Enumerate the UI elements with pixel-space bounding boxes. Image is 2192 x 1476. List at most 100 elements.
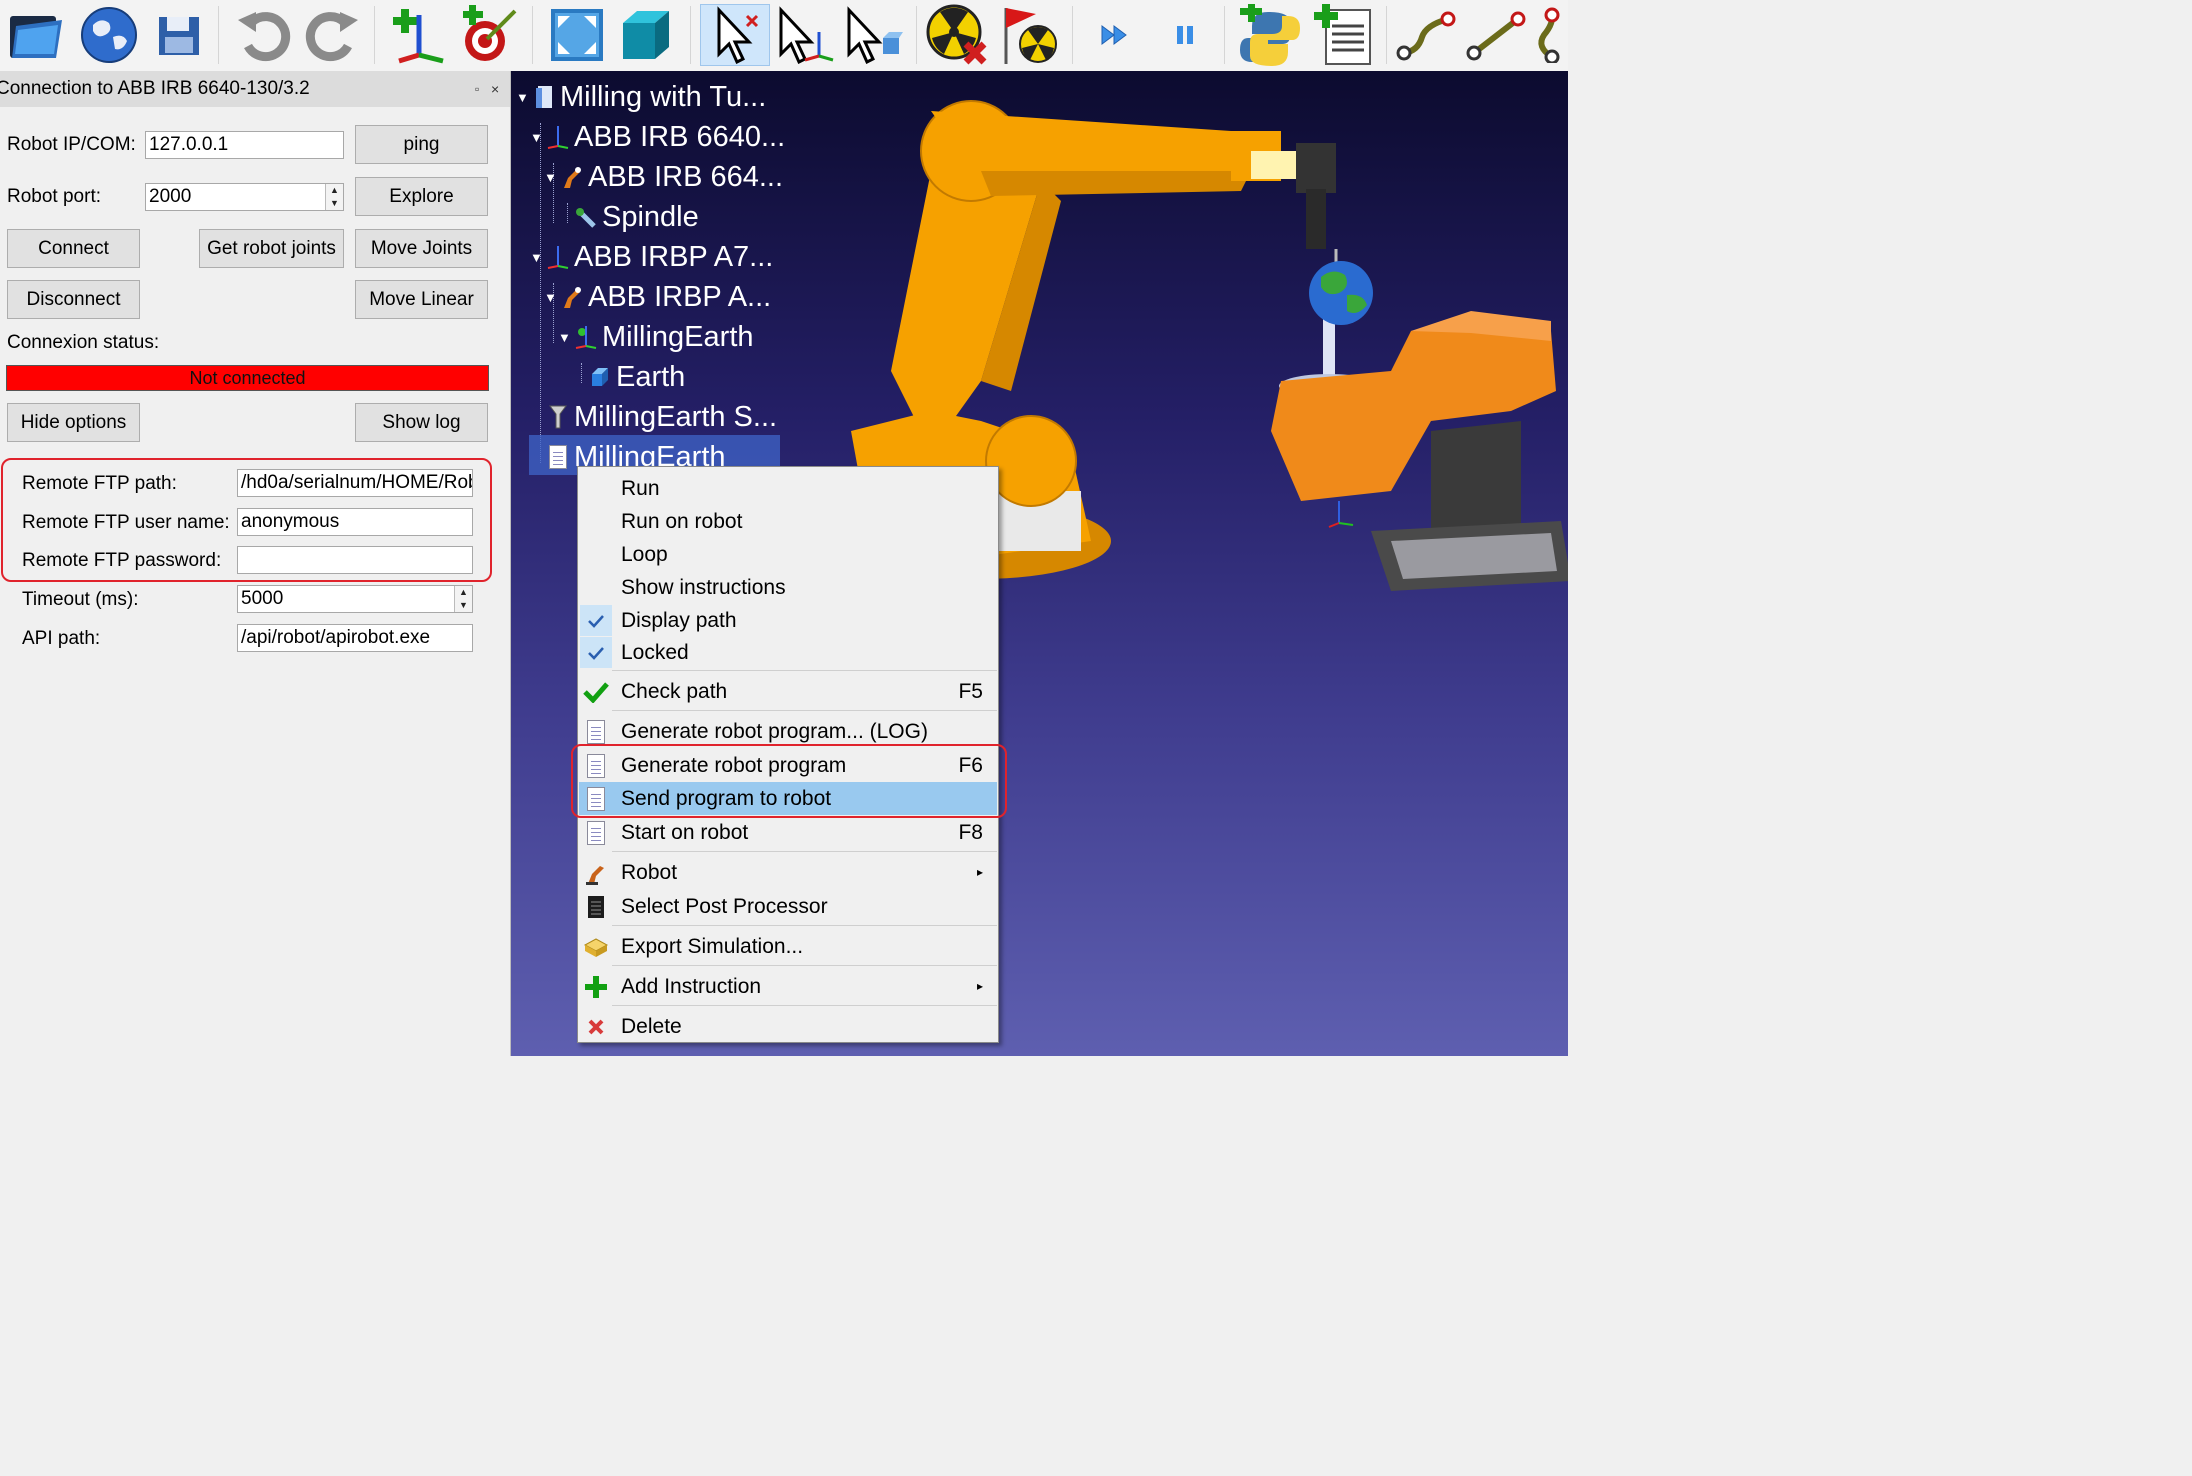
robot-upper-arm-shade bbox=[981, 171, 1251, 196]
menu-item-loop[interactable]: Loop bbox=[579, 538, 997, 571]
box-view-icon[interactable] bbox=[614, 4, 676, 66]
tree-item-robot[interactable]: ▼ ABB IRB 664... bbox=[544, 157, 783, 197]
collapse-arrow-icon[interactable]: ▼ bbox=[530, 250, 546, 265]
collapse-arrow-icon[interactable]: ▼ bbox=[544, 290, 560, 305]
reference-frame-icon bbox=[546, 243, 570, 271]
robot-icon bbox=[560, 163, 584, 191]
menu-separator bbox=[612, 851, 997, 852]
menu-item-display-path[interactable]: Display path bbox=[579, 604, 997, 637]
explore-button[interactable]: Explore bbox=[355, 177, 488, 216]
path-icon-2[interactable] bbox=[1466, 4, 1528, 66]
tree-item-milling-earth-frame[interactable]: ▼ MillingEarth bbox=[558, 317, 754, 357]
ftp-user-input[interactable]: anonymous bbox=[237, 508, 473, 536]
robot-flange bbox=[1251, 151, 1301, 179]
submenu-arrow-icon: ▸ bbox=[976, 979, 983, 993]
hide-options-button[interactable]: Hide options bbox=[7, 403, 140, 442]
menu-item-delete[interactable]: Delete bbox=[579, 1010, 997, 1043]
fit-all-icon[interactable] bbox=[546, 4, 608, 66]
menu-item-start-on-robot[interactable]: Start on robot F8 bbox=[579, 816, 997, 849]
api-path-input[interactable]: /api/robot/apirobot.exe bbox=[237, 624, 473, 652]
tree-item-label: ABB IRBP A7... bbox=[574, 240, 774, 273]
earth-globe bbox=[1309, 261, 1373, 325]
robot-port-input[interactable]: 2000 ▲ ▼ bbox=[145, 183, 344, 211]
tree-item-label: ABB IRBP A... bbox=[588, 280, 772, 313]
axis-x bbox=[1328, 522, 1340, 528]
float-panel-button[interactable]: ▫ bbox=[475, 71, 479, 107]
station-icon bbox=[532, 83, 556, 111]
menu-item-locked[interactable]: Locked bbox=[579, 636, 997, 669]
tree-item-robot-base[interactable]: ▼ ABB IRB 6640... bbox=[530, 117, 785, 157]
object-icon bbox=[588, 363, 612, 391]
reference-frame-icon bbox=[546, 123, 570, 151]
menu-item-run[interactable]: Run bbox=[579, 472, 997, 505]
save-icon[interactable] bbox=[148, 4, 210, 66]
spin-down-icon[interactable]: ▼ bbox=[455, 599, 472, 612]
add-target-icon[interactable] bbox=[458, 4, 520, 66]
axis-y bbox=[1338, 522, 1354, 526]
tree-item-earth[interactable]: Earth bbox=[572, 357, 685, 397]
tree-item-positioner[interactable]: ▼ ABB IRBP A... bbox=[544, 277, 771, 317]
robot-ip-label: Robot IP/COM: bbox=[7, 134, 136, 155]
collapse-arrow-icon[interactable]: ▼ bbox=[530, 130, 546, 145]
menu-item-export-simulation[interactable]: Export Simulation... bbox=[579, 930, 997, 963]
robot-ip-input[interactable]: 127.0.0.1 bbox=[145, 131, 344, 159]
close-panel-button[interactable]: × bbox=[491, 71, 499, 107]
timeout-label: Timeout (ms): bbox=[22, 589, 139, 610]
radiation-flag-icon[interactable] bbox=[998, 4, 1060, 66]
redo-icon[interactable] bbox=[302, 4, 364, 66]
collapse-arrow-icon[interactable]: ▼ bbox=[516, 90, 532, 105]
menu-separator bbox=[612, 1005, 997, 1006]
tree-item-station[interactable]: ▼ Milling with Tu... bbox=[516, 77, 766, 117]
fast-forward-icon[interactable] bbox=[1084, 4, 1146, 66]
program-icon bbox=[580, 817, 612, 848]
ftp-password-input[interactable] bbox=[237, 546, 473, 574]
connect-button[interactable]: Connect bbox=[7, 229, 140, 268]
radiation-stop-icon[interactable] bbox=[926, 4, 988, 66]
tree-item-positioner-base[interactable]: ▼ ABB IRBP A7... bbox=[530, 237, 773, 277]
ping-button[interactable]: ping bbox=[355, 125, 488, 164]
get-robot-joints-button[interactable]: Get robot joints bbox=[199, 229, 344, 268]
path-icon-1[interactable] bbox=[1396, 4, 1458, 66]
tree-item-milling-settings[interactable]: MillingEarth S... bbox=[530, 397, 777, 437]
connexion-status-label: Connexion status: bbox=[7, 332, 160, 353]
move-reference-icon[interactable] bbox=[774, 4, 836, 66]
program-icon bbox=[546, 443, 570, 471]
menu-item-add-instruction[interactable]: Add Instruction ▸ bbox=[579, 970, 997, 1003]
toolbar-separator bbox=[532, 6, 533, 64]
checkmark-icon bbox=[580, 637, 612, 668]
open-icon[interactable] bbox=[6, 4, 68, 66]
menu-item-select-post-processor[interactable]: Select Post Processor bbox=[579, 890, 997, 923]
move-joints-button[interactable]: Move Joints bbox=[355, 229, 488, 268]
collapse-arrow-icon[interactable]: ▼ bbox=[558, 330, 574, 345]
robot-port-value: 2000 bbox=[149, 186, 192, 207]
ftp-path-input[interactable]: /hd0a/serialnum/HOME/Rob bbox=[237, 469, 473, 497]
path-icon-3[interactable] bbox=[1530, 4, 1568, 66]
robot-port-spinner[interactable]: ▲ ▼ bbox=[325, 184, 343, 210]
spin-up-icon[interactable]: ▲ bbox=[326, 184, 343, 197]
robot-icon bbox=[580, 857, 612, 888]
move-object-icon[interactable] bbox=[842, 4, 904, 66]
menu-item-robot[interactable]: Robot ▸ bbox=[579, 856, 997, 889]
globe-icon[interactable] bbox=[78, 4, 140, 66]
menu-item-check-path[interactable]: Check path F5 bbox=[579, 675, 997, 708]
undo-icon[interactable] bbox=[232, 4, 294, 66]
select-icon[interactable] bbox=[700, 4, 770, 66]
collapse-arrow-icon[interactable]: ▼ bbox=[544, 170, 560, 185]
add-reference-frame-icon[interactable] bbox=[388, 4, 450, 66]
timeout-spinner[interactable]: ▲ ▼ bbox=[454, 586, 472, 612]
menu-item-show-instructions[interactable]: Show instructions bbox=[579, 571, 997, 604]
pause-icon[interactable] bbox=[1154, 4, 1216, 66]
post-processor-icon bbox=[580, 891, 612, 922]
disconnect-button[interactable]: Disconnect bbox=[7, 280, 140, 319]
spin-up-icon[interactable]: ▲ bbox=[455, 586, 472, 599]
add-program-icon[interactable] bbox=[1312, 4, 1374, 66]
python-icon[interactable] bbox=[1238, 4, 1300, 66]
move-linear-button[interactable]: Move Linear bbox=[355, 280, 488, 319]
show-log-button[interactable]: Show log bbox=[355, 403, 488, 442]
spin-down-icon[interactable]: ▼ bbox=[326, 197, 343, 210]
timeout-input[interactable]: 5000 ▲ ▼ bbox=[237, 585, 473, 613]
tree-item-spindle[interactable]: Spindle bbox=[558, 197, 699, 237]
spindle-body bbox=[1306, 189, 1326, 249]
green-check-icon bbox=[580, 676, 612, 707]
menu-item-run-on-robot[interactable]: Run on robot bbox=[579, 505, 997, 538]
